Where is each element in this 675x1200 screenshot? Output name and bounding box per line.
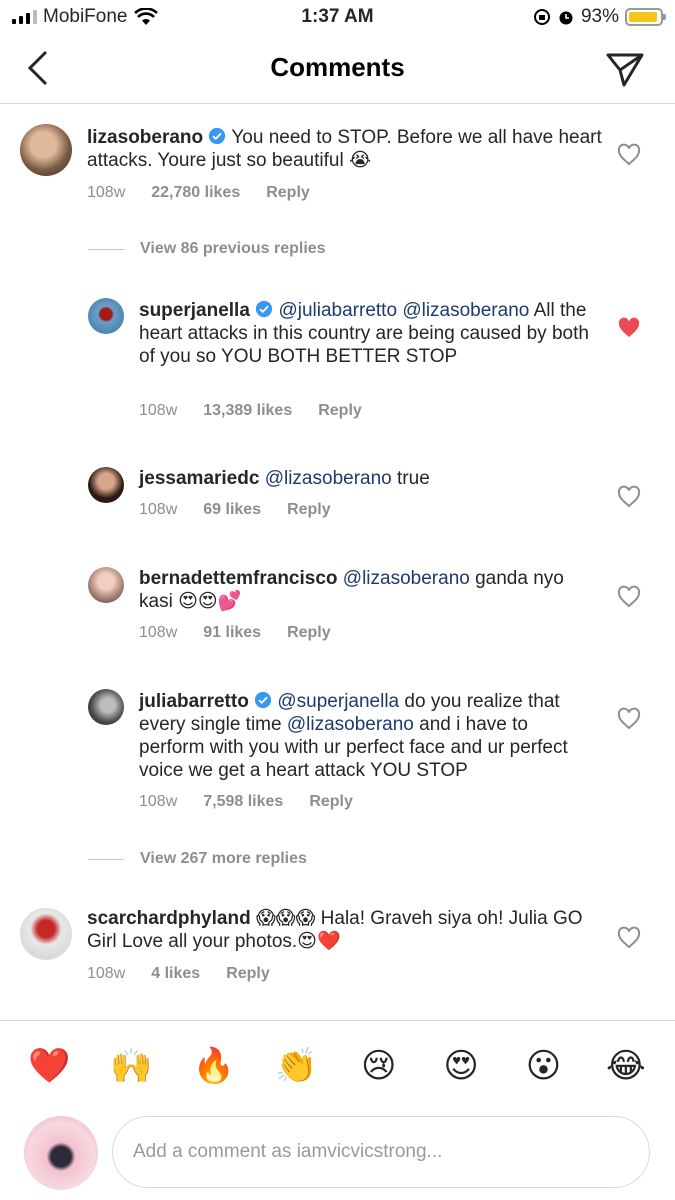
comment-text: superjanella @juliabarretto @lizasoberan… bbox=[139, 299, 589, 368]
like-count[interactable]: 7,598 likes bbox=[203, 793, 283, 811]
reply-button[interactable]: Reply bbox=[309, 793, 353, 811]
reply-button[interactable]: Reply bbox=[287, 501, 331, 519]
comment-meta: 108w 4 likes Reply bbox=[87, 965, 270, 983]
comment-text: juliabarretto @superjanella do you reali… bbox=[139, 690, 589, 782]
top-nav-bar: Comments bbox=[0, 36, 675, 104]
comment-meta: 108w 69 likes Reply bbox=[139, 501, 331, 519]
crying-emoji-button[interactable]: 😢 bbox=[349, 1046, 409, 1086]
comment-text: lizasoberano You need to STOP. Before we… bbox=[87, 126, 607, 172]
avatar[interactable] bbox=[88, 298, 124, 334]
comment-meta: 108w 22,780 likes Reply bbox=[87, 184, 310, 202]
view-previous-replies-button[interactable]: View 86 previous replies bbox=[88, 240, 326, 258]
comment-age: 108w bbox=[139, 624, 178, 641]
divider bbox=[88, 248, 124, 250]
comment-text: jessamariedc @lizasoberano true bbox=[139, 467, 589, 490]
like-count[interactable]: 91 likes bbox=[203, 624, 261, 642]
quick-reaction-bar: ❤️ 🙌 🔥 👏 😢 😍 😮 😂 bbox=[0, 1020, 675, 1110]
comment-body: true bbox=[397, 468, 430, 489]
surprised-emoji-button[interactable]: 😮 bbox=[513, 1046, 573, 1086]
mention-link[interactable]: @lizasoberano bbox=[265, 468, 392, 489]
reply-button[interactable]: Reply bbox=[318, 402, 362, 420]
status-right: 93% bbox=[533, 6, 666, 28]
mention-link[interactable]: @lizasoberano bbox=[343, 568, 470, 589]
avatar[interactable] bbox=[88, 467, 124, 503]
comment-text: scarchardphyland 😱😱😱 Hala! Graveh siya o… bbox=[87, 907, 597, 953]
like-count[interactable]: 22,780 likes bbox=[151, 184, 240, 202]
verified-badge-icon bbox=[254, 691, 272, 709]
comment-age: 108w bbox=[139, 402, 178, 419]
comment-age: 108w bbox=[87, 184, 126, 201]
battery-icon bbox=[625, 8, 666, 26]
comment-age: 108w bbox=[87, 965, 126, 982]
mention-link[interactable]: @lizasoberano bbox=[287, 714, 414, 735]
comment-age: 108w bbox=[139, 793, 178, 810]
laughing-emoji-button[interactable]: 😂 bbox=[596, 1046, 656, 1086]
verified-badge-icon bbox=[209, 127, 226, 145]
avatar[interactable] bbox=[20, 124, 72, 176]
heart-filled-icon[interactable] bbox=[617, 316, 641, 340]
avatar[interactable] bbox=[88, 567, 124, 603]
battery-percent: 93% bbox=[580, 6, 619, 27]
comment-username[interactable]: bernadettemfrancisco bbox=[139, 568, 338, 589]
reply-button[interactable]: Reply bbox=[266, 184, 310, 202]
avatar[interactable] bbox=[20, 908, 72, 960]
heart-emoji-button[interactable]: ❤️ bbox=[19, 1046, 79, 1086]
alarm-icon bbox=[559, 11, 573, 25]
comment-username[interactable]: juliabarretto bbox=[139, 691, 249, 712]
view-replies-label: View 86 previous replies bbox=[140, 240, 326, 257]
page-title: Comments bbox=[270, 52, 405, 82]
comment-username[interactable]: superjanella bbox=[139, 300, 250, 321]
mention-link[interactable]: @superjanella bbox=[277, 691, 399, 712]
comment-username[interactable]: jessamariedc bbox=[139, 468, 259, 489]
comment-meta: 108w 13,389 likes Reply bbox=[139, 402, 362, 420]
reply-button[interactable]: Reply bbox=[287, 624, 331, 642]
view-more-replies-button[interactable]: View 267 more replies bbox=[88, 850, 307, 868]
current-user-avatar[interactable] bbox=[24, 1116, 98, 1190]
raising-hands-emoji-button[interactable]: 🙌 bbox=[102, 1046, 162, 1086]
like-count[interactable]: 13,389 likes bbox=[203, 402, 292, 420]
fire-emoji-button[interactable]: 🔥 bbox=[184, 1046, 244, 1086]
heart-outline-icon[interactable] bbox=[617, 143, 641, 167]
divider bbox=[88, 858, 124, 860]
verified-badge-icon bbox=[256, 300, 273, 318]
reply-button[interactable]: Reply bbox=[226, 965, 270, 983]
comment-age: 108w bbox=[139, 501, 178, 518]
comment-composer bbox=[0, 1110, 675, 1200]
battery-level bbox=[629, 12, 657, 22]
paper-plane-icon bbox=[606, 53, 644, 87]
mention-link[interactable]: @juliabarretto bbox=[278, 300, 397, 321]
comment-username[interactable]: lizasoberano bbox=[87, 127, 203, 148]
like-count[interactable]: 4 likes bbox=[151, 965, 200, 983]
heart-outline-icon[interactable] bbox=[617, 926, 641, 950]
heart-outline-icon[interactable] bbox=[617, 585, 641, 609]
mention-link[interactable]: @lizasoberano bbox=[402, 300, 529, 321]
comment-meta: 108w 91 likes Reply bbox=[139, 624, 331, 642]
clapping-emoji-button[interactable]: 👏 bbox=[266, 1046, 326, 1086]
comment-text: bernadettemfrancisco @lizasoberano ganda… bbox=[139, 567, 589, 613]
heart-outline-icon[interactable] bbox=[617, 707, 641, 731]
view-replies-label: View 267 more replies bbox=[140, 850, 307, 867]
status-bar: MobiFone 1:37 AM 93% bbox=[0, 0, 675, 36]
share-button[interactable] bbox=[605, 50, 645, 90]
comment-input[interactable] bbox=[112, 1116, 650, 1188]
comment-meta: 108w 7,598 likes Reply bbox=[139, 793, 353, 811]
like-count[interactable]: 69 likes bbox=[203, 501, 261, 519]
comment-username[interactable]: scarchardphyland bbox=[87, 908, 251, 929]
heart-eyes-emoji-button[interactable]: 😍 bbox=[431, 1046, 491, 1086]
heart-outline-icon[interactable] bbox=[617, 485, 641, 509]
rotation-lock-icon bbox=[533, 9, 550, 25]
avatar[interactable] bbox=[88, 689, 124, 725]
